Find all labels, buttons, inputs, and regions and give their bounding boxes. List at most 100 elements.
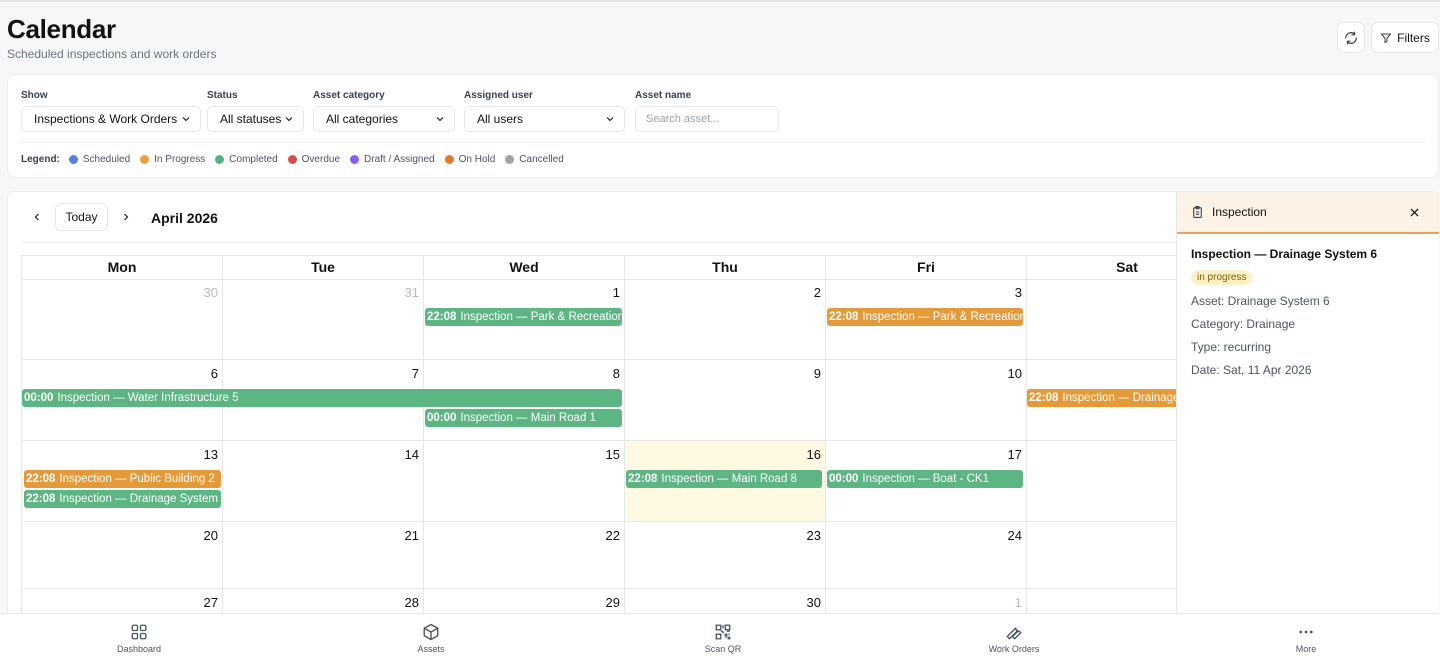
day-cell[interactable]: 15 (424, 441, 625, 522)
show-value: Inspections & Work Orders (34, 112, 178, 126)
next-month-button[interactable] (119, 208, 133, 226)
day-number: 29 (605, 595, 620, 610)
category-label: Asset category (313, 90, 385, 101)
page-title: Calendar (7, 14, 116, 44)
day-number: 21 (404, 528, 419, 543)
legend-title: Legend: (21, 154, 60, 165)
event-time: 22:08 (1029, 392, 1059, 404)
calendar-event[interactable]: 22:08 Inspection — Main Road 8 (626, 470, 822, 488)
legend-dot (140, 155, 150, 164)
user-select[interactable]: All users (464, 106, 625, 132)
nav-label: More (1295, 644, 1317, 654)
category-value: All categories (326, 112, 399, 126)
user-label: Assigned user (464, 90, 533, 101)
legend-item: Completed (215, 154, 278, 165)
status-badge: in progress (1191, 270, 1253, 285)
close-icon (1410, 208, 1418, 216)
day-number: 8 (612, 366, 620, 381)
previous-month-button[interactable] (30, 208, 44, 226)
weekday-mon: Mon (22, 256, 223, 280)
status-select[interactable]: All statuses (207, 106, 304, 132)
calendar-event[interactable]: 22:08 Inspection — Drainage System 2 (24, 490, 221, 508)
day-cell[interactable]: 10 (826, 360, 1027, 441)
filter-divider (20, 142, 1426, 143)
close-button[interactable] (1406, 204, 1422, 220)
day-number: 13 (203, 447, 218, 462)
legend-label: On Hold (458, 154, 496, 165)
bottom-navigation: Dashboard Assets Scan QR Work Orders Mor… (0, 613, 1440, 667)
day-number: 30 (806, 595, 821, 610)
legend-label: In Progress (154, 154, 206, 165)
day-number: 10 (1007, 366, 1022, 381)
nav-assets[interactable]: Assets (371, 623, 491, 654)
day-cell[interactable]: 30 (22, 279, 223, 360)
day-cell[interactable]: 20 (22, 522, 223, 589)
nav-label: Dashboard (116, 644, 162, 654)
dashboard-icon (131, 624, 147, 640)
nav-scan-qr[interactable]: Scan QR (663, 623, 783, 654)
event-title: Inspection — Boat - CK1 (862, 473, 989, 485)
legend: Legend: Scheduled In Progress Completed … (21, 154, 574, 165)
legend-dot (444, 155, 454, 164)
day-number: 6 (210, 366, 218, 381)
calendar-event[interactable]: 22:08Inspection — Drainage System 6 (1027, 389, 1187, 407)
calendar-event[interactable]: 22:08 Inspection — Park & Recreation 4 (425, 308, 622, 326)
day-number: 22 (605, 528, 620, 543)
day-number: 1 (1014, 595, 1022, 610)
day-number: 2 (813, 285, 821, 300)
filter-panel: Show Inspections & Work Orders Status Al… (7, 74, 1439, 178)
day-number: 23 (806, 528, 821, 543)
wrench-icon (1006, 627, 1022, 640)
day-cell[interactable]: 14 (223, 441, 424, 522)
legend-item: Draft / Assigned (350, 154, 435, 165)
top-border (0, 0, 1440, 2)
weekday-tue: Tue (223, 256, 424, 280)
event-time: 22:08 (26, 493, 56, 505)
nav-label: Work Orders (988, 644, 1040, 654)
nav-more[interactable]: More (1246, 623, 1366, 654)
day-number: 7 (411, 366, 419, 381)
calendar-event[interactable]: 00:00 Inspection — Boat - CK1 (827, 470, 1023, 488)
event-title: Inspection — Public Building 2 (59, 473, 215, 485)
refresh-button[interactable] (1337, 22, 1365, 53)
day-cell[interactable]: 9 (625, 360, 826, 441)
clipboard-icon (1193, 206, 1202, 218)
legend-label: Draft / Assigned (364, 154, 435, 165)
today-button[interactable]: Today (55, 203, 108, 231)
category-select[interactable]: All categories (313, 106, 455, 132)
event-time: 22:08 (829, 311, 859, 323)
calendar-event[interactable]: 00:00 Inspection — Water Infrastructure 5 (22, 389, 622, 407)
filters-button[interactable]: Filters (1371, 22, 1439, 53)
detail-panel-title: Inspection (1212, 205, 1267, 219)
legend-label: Overdue (301, 154, 341, 165)
legend-dot (287, 155, 297, 164)
box-icon (423, 623, 439, 641)
day-cell[interactable]: 21 (223, 522, 424, 589)
filters-label: Filters (1397, 30, 1430, 45)
weekday-wed: Wed (424, 256, 625, 280)
refresh-icon (1345, 31, 1357, 44)
legend-dot (215, 155, 225, 164)
day-cell[interactable]: 2 (625, 279, 826, 360)
day-number: 30 (203, 285, 218, 300)
event-time: 00:00 (24, 392, 54, 404)
weekday-fri: Fri (826, 256, 1027, 280)
calendar-event[interactable]: 00:00 Inspection — Main Road 1 (425, 409, 622, 427)
day-cell[interactable]: 31 (223, 279, 424, 360)
day-cell[interactable]: 23 (625, 522, 826, 589)
chevron-down-icon (436, 117, 444, 122)
calendar-event[interactable]: 22:08 Inspection — Park & Recreation 4 (827, 308, 1023, 326)
legend-label: Completed (229, 154, 278, 165)
day-cell[interactable]: 22 (424, 522, 625, 589)
legend-item: Cancelled (505, 154, 564, 165)
day-number: 20 (203, 528, 218, 543)
event-time: 00:00 (829, 473, 859, 485)
legend-item: On Hold (444, 154, 496, 165)
calendar-event[interactable]: 22:08 Inspection — Public Building 2 (24, 470, 221, 488)
day-cell[interactable]: 24 (826, 522, 1027, 589)
show-select[interactable]: Inspections & Work Orders (21, 106, 201, 132)
asset-search-input[interactable] (635, 106, 779, 132)
qr-icon (715, 624, 731, 640)
nav-dashboard[interactable]: Dashboard (79, 623, 199, 654)
nav-work-orders[interactable]: Work Orders (954, 623, 1074, 654)
